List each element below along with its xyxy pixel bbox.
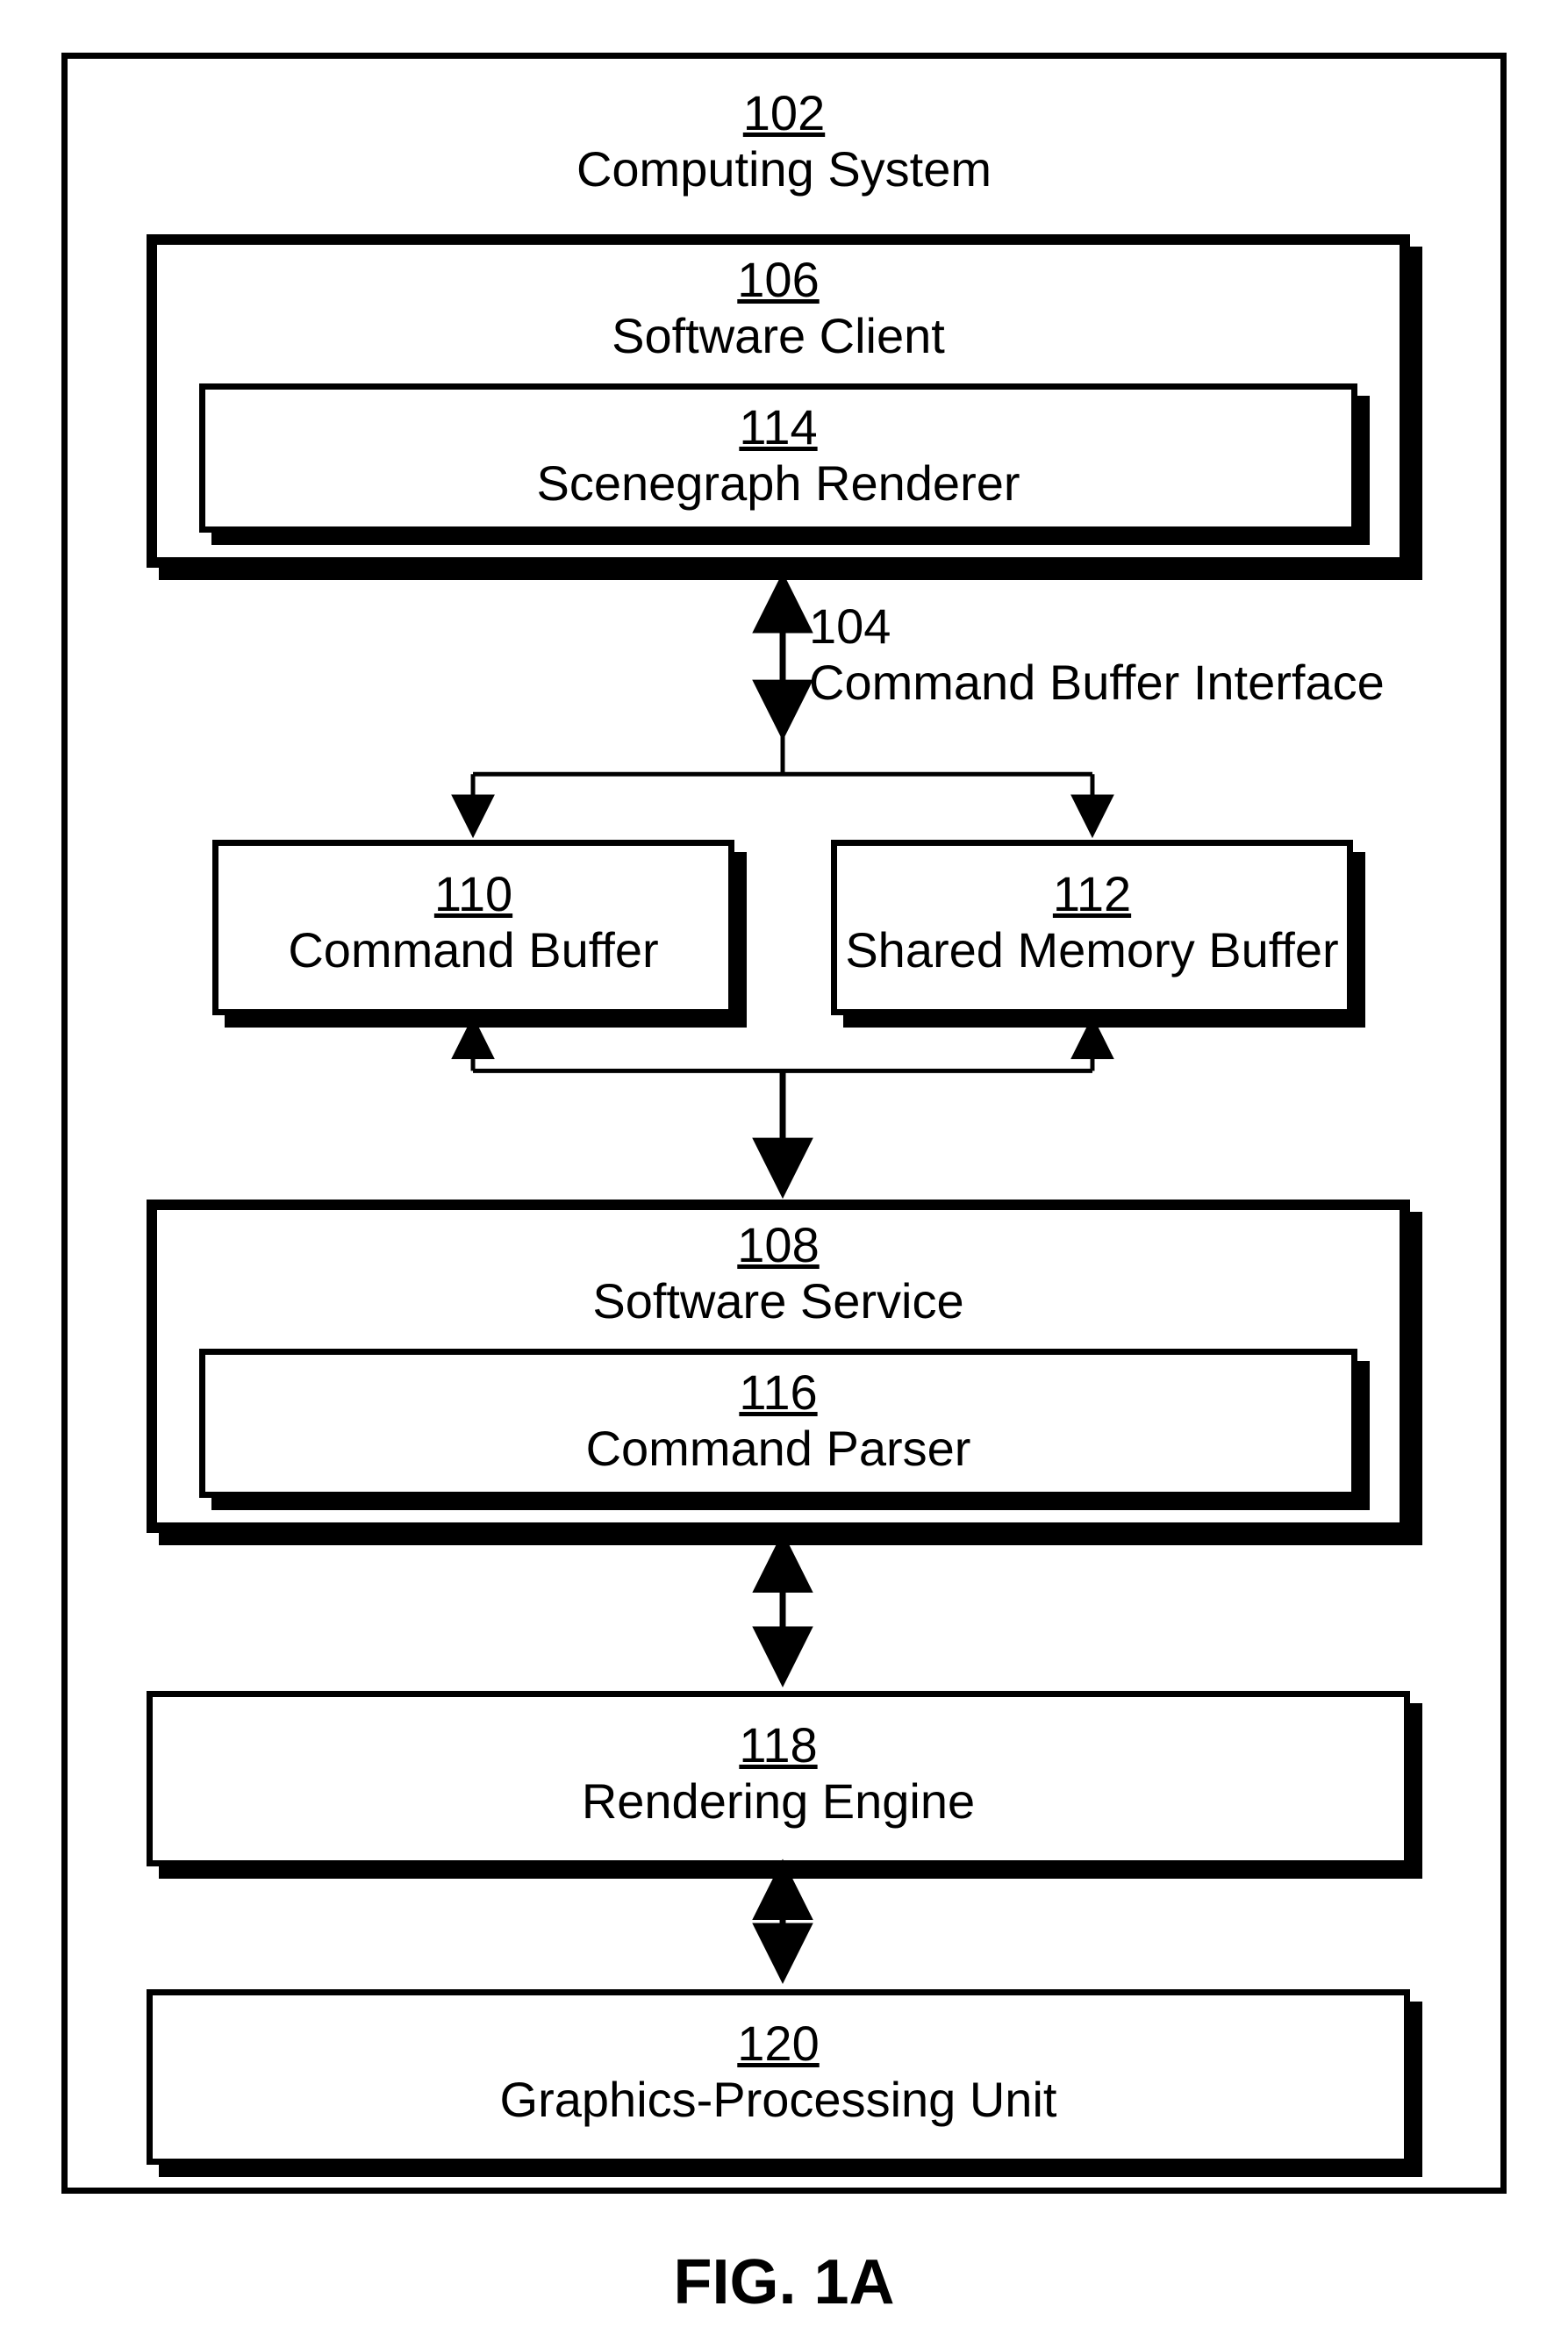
diagram-page: 102 Computing System 106 Software Client…	[0, 0, 1568, 2342]
figure-label: FIG. 1A	[0, 2246, 1568, 2318]
computing-system-container: 102 Computing System 106 Software Client…	[61, 53, 1507, 2194]
connectors	[68, 59, 1500, 2188]
